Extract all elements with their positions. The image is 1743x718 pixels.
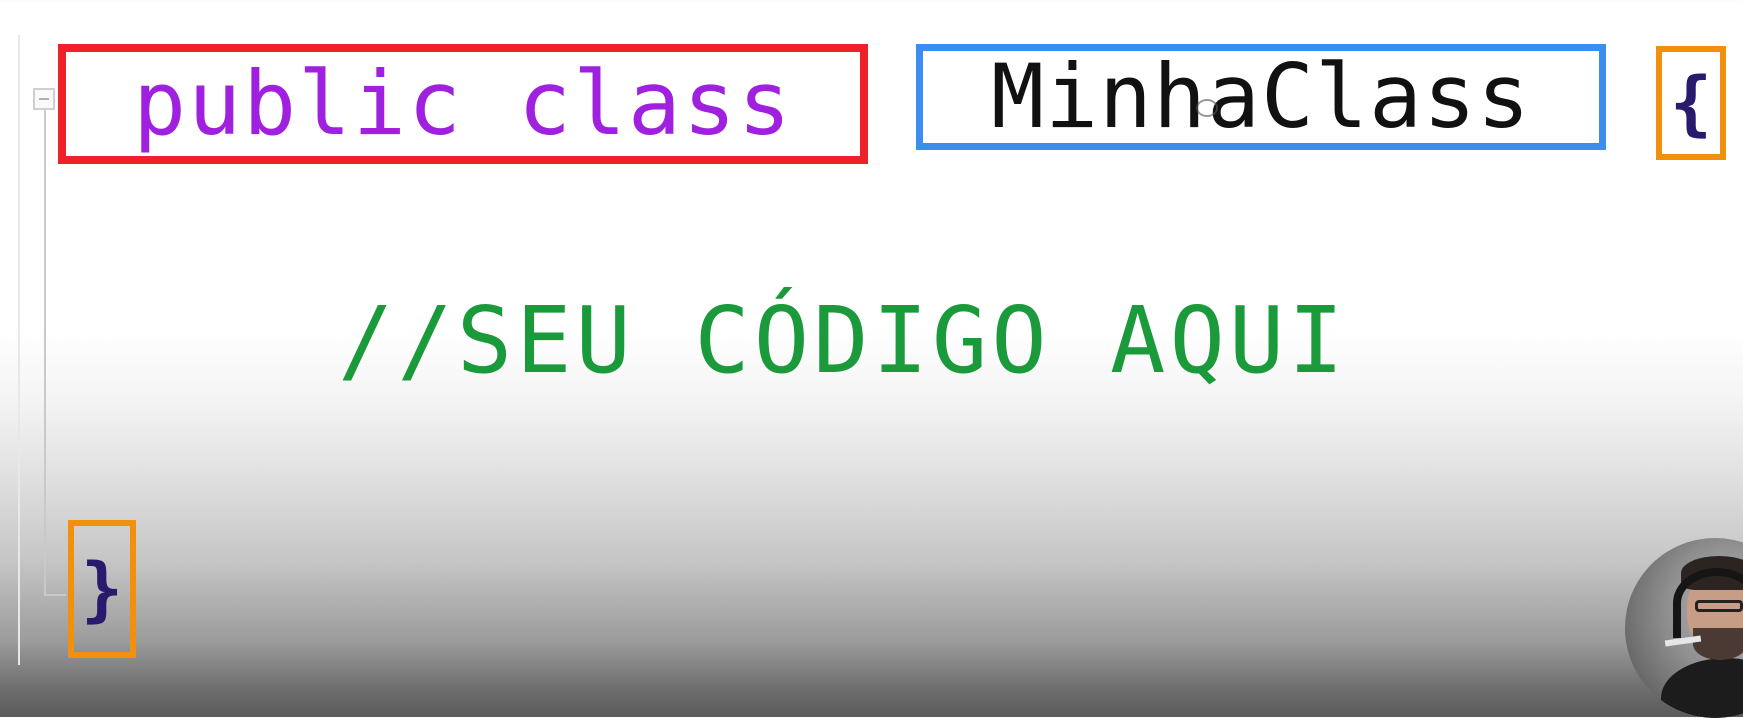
webcam-beard (1693, 628, 1743, 660)
close-brace-highlight-box: } (68, 520, 136, 658)
open-brace: { (1669, 62, 1713, 144)
glasses-icon (1695, 600, 1743, 612)
class-name-highlight-box: MinhaClass (916, 44, 1606, 150)
keyword-highlight-box: public class (58, 44, 868, 164)
keyword-public-class: public class (133, 52, 793, 155)
class-name-identifier: MinhaClass (991, 45, 1531, 148)
code-editor[interactable]: public class MinhaClass { //SEU CÓDIGO A… (0, 0, 1743, 717)
close-brace: } (80, 548, 124, 630)
webcam-shirt (1661, 658, 1743, 718)
mouse-cursor-icon (1196, 99, 1218, 117)
gutter-edge (18, 35, 20, 665)
open-brace-highlight-box: { (1656, 46, 1726, 160)
fold-collapse-icon[interactable] (33, 88, 55, 110)
fold-guide-end (44, 594, 66, 596)
code-comment: //SEU CÓDIGO AQUI (338, 287, 1348, 394)
fold-guide-line (44, 100, 46, 596)
